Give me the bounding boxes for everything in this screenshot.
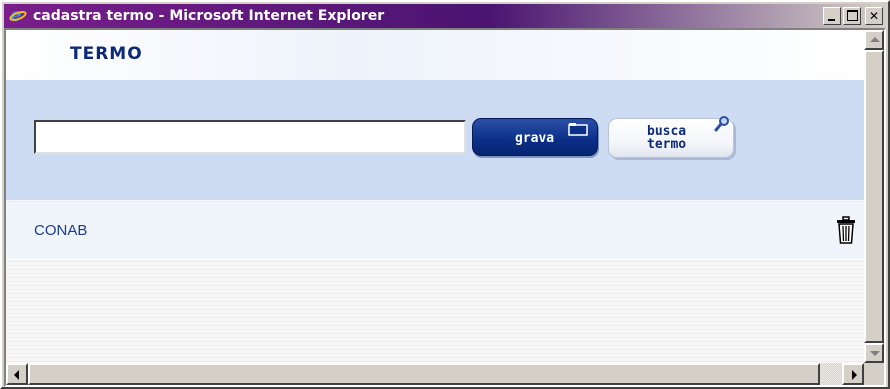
grava-button-label: grava: [515, 131, 555, 146]
close-button[interactable]: ✕: [865, 7, 883, 25]
window-title: cadastra termo - Microsoft Internet Expl…: [33, 8, 385, 24]
chevron-up-icon: [870, 37, 880, 42]
page-title: TERMO: [70, 44, 143, 64]
chevron-right-icon: [852, 370, 857, 380]
trash-icon[interactable]: [836, 216, 856, 244]
browser-window: e cadastra termo - Microsoft Internet Ex…: [0, 0, 890, 389]
scroll-left-button[interactable]: [6, 363, 28, 385]
page-content: TERMO grava busca termo CONAB: [6, 30, 864, 363]
busca-termo-button[interactable]: busca termo: [608, 116, 734, 158]
folder-icon: [568, 123, 588, 136]
title-bar[interactable]: e cadastra termo - Microsoft Internet Ex…: [4, 4, 886, 28]
header-band: TERMO: [6, 30, 864, 80]
scroll-right-button[interactable]: [842, 363, 864, 385]
term-input[interactable]: [34, 120, 466, 154]
maximize-button[interactable]: [843, 7, 861, 25]
horizontal-scrollbar[interactable]: [6, 363, 864, 385]
result-row: CONAB: [6, 202, 864, 258]
window-controls: ✕: [823, 7, 883, 25]
scroll-up-button[interactable]: [864, 30, 884, 50]
result-label: CONAB: [34, 222, 88, 239]
grava-button[interactable]: grava: [472, 118, 598, 156]
vertical-scroll-thumb[interactable]: [864, 50, 884, 343]
chevron-down-icon: [870, 351, 880, 356]
search-icon: [714, 116, 729, 132]
browser-client-area: TERMO grava busca termo CONAB: [4, 28, 886, 387]
busca-button-label-line2: termo: [647, 137, 687, 152]
vertical-scrollbar[interactable]: [864, 30, 884, 363]
horizontal-scroll-thumb[interactable]: [28, 363, 820, 385]
minimize-button[interactable]: [823, 7, 841, 25]
term-form: grava busca termo: [6, 80, 864, 200]
ie-icon[interactable]: e: [8, 4, 28, 26]
scrollbar-corner: [864, 363, 884, 385]
scroll-down-button[interactable]: [864, 343, 884, 363]
chevron-left-icon: [14, 370, 19, 380]
